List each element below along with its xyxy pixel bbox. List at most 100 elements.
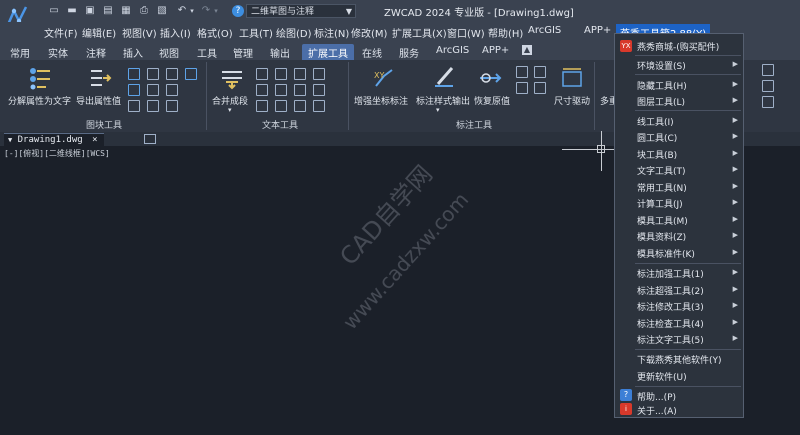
menu-item-layer-tools[interactable]: 图层工具(L): [637, 95, 685, 108]
text-tool-8-icon[interactable]: [313, 84, 325, 96]
save-icon[interactable]: ▣: [84, 5, 96, 17]
dim-tool-3-icon[interactable]: [516, 82, 528, 94]
menu-item-line-tools[interactable]: 线工具(I): [637, 115, 674, 128]
tab-manage[interactable]: 管理: [233, 45, 253, 60]
tab-arcgis[interactable]: ArcGIS: [436, 45, 469, 56]
export-attribute-button[interactable]: 导出属性值: [76, 94, 121, 107]
menu-item-about[interactable]: 关于...(A): [637, 404, 677, 417]
menu-item-dim-check[interactable]: 标注检查工具(4): [637, 317, 704, 330]
right-tool-2-icon[interactable]: [762, 80, 774, 92]
menu-item-help[interactable]: 帮助...(P): [637, 390, 676, 403]
menu-draw[interactable]: 绘图(D): [276, 25, 312, 40]
redo-dropdown-icon[interactable]: ▾: [210, 5, 222, 17]
text-tool-3-icon[interactable]: [294, 68, 306, 80]
menu-item-block-tools[interactable]: 块工具(B): [637, 148, 677, 161]
open-folder-icon[interactable]: ▬: [66, 5, 78, 17]
text-tool-12-icon[interactable]: [313, 100, 325, 112]
text-tool-5-icon[interactable]: [256, 84, 268, 96]
text-tool-10-icon[interactable]: [275, 100, 287, 112]
tab-insert[interactable]: 插入: [123, 45, 143, 60]
menu-dimension[interactable]: 标注(N): [314, 25, 349, 40]
tab-view[interactable]: 视图: [159, 45, 179, 60]
menu-insert[interactable]: 插入(I): [160, 25, 191, 40]
dim-tool-1-icon[interactable]: [516, 66, 528, 78]
block-tool-1-icon[interactable]: [128, 68, 140, 80]
right-tool-1-icon[interactable]: [762, 64, 774, 76]
block-tool-10-icon[interactable]: [166, 100, 178, 112]
new-tab-icon[interactable]: [144, 134, 156, 144]
help-icon[interactable]: ?: [232, 5, 244, 17]
document-tab[interactable]: ▼ Drawing1.dwg ×: [4, 133, 104, 146]
tab-solid[interactable]: 实体: [48, 45, 68, 60]
menu-file[interactable]: 文件(F): [44, 25, 78, 40]
close-icon[interactable]: ×: [92, 135, 97, 145]
menu-item-dim-text[interactable]: 标注文字工具(5): [637, 333, 704, 346]
menu-item-hide-tools[interactable]: 隐藏工具(H): [637, 79, 687, 92]
chevron-down-icon[interactable]: ▾: [436, 106, 440, 114]
split-attribute-button[interactable]: 分解属性为文字: [8, 94, 71, 107]
block-tool-2-icon[interactable]: [147, 68, 159, 80]
text-tool-6-icon[interactable]: [275, 84, 287, 96]
tab-online[interactable]: 在线: [362, 45, 382, 60]
undo-dropdown-icon[interactable]: ▾: [186, 5, 198, 17]
save-as-icon[interactable]: ▤: [102, 5, 114, 17]
menu-item-circle-tools[interactable]: 圆工具(C): [637, 131, 677, 144]
dim-tool-2-icon[interactable]: [534, 66, 546, 78]
dimension-drive-button[interactable]: 尺寸驱动: [554, 94, 590, 107]
tab-output[interactable]: 输出: [270, 45, 290, 60]
text-tool-2-icon[interactable]: [275, 68, 287, 80]
menu-item-text-tools[interactable]: 文字工具(T): [637, 164, 686, 177]
workspace-select[interactable]: 二维草图与注释 ▼: [246, 4, 356, 18]
menu-format[interactable]: 格式(O): [197, 25, 233, 40]
ribbon-minimize-icon[interactable]: ▲: [522, 45, 532, 55]
menu-item-dim-modify[interactable]: 标注修改工具(3): [637, 300, 704, 313]
chevron-down-icon[interactable]: ▾: [228, 106, 232, 114]
new-file-icon[interactable]: ▭: [48, 5, 60, 17]
block-tool-7-icon[interactable]: [166, 84, 178, 96]
tab-app-plus[interactable]: APP+: [482, 45, 509, 56]
enhanced-coordinate-dim-button[interactable]: 增强坐标标注: [354, 94, 408, 107]
menu-item-update[interactable]: 更新软件(U): [637, 370, 687, 383]
menu-arcgis[interactable]: ArcGIS: [528, 25, 561, 36]
menu-item-dim-super[interactable]: 标注超强工具(2): [637, 284, 704, 297]
text-tool-1-icon[interactable]: [256, 68, 268, 80]
dim-tool-4-icon[interactable]: [534, 82, 546, 94]
menu-view[interactable]: 视图(V): [122, 25, 157, 40]
tab-extend-tools[interactable]: 扩展工具: [302, 44, 354, 61]
menu-edit[interactable]: 编辑(E): [82, 25, 116, 40]
menu-app-plus[interactable]: APP+: [584, 25, 611, 36]
tab-annotate[interactable]: 注释: [86, 45, 106, 60]
text-tool-4-icon[interactable]: [313, 68, 325, 80]
menu-item-env-settings[interactable]: 环境设置(S): [637, 59, 686, 72]
menu-help[interactable]: 帮助(H): [488, 25, 523, 40]
tab-tools[interactable]: 工具: [197, 45, 217, 60]
menu-window[interactable]: 窗口(W): [447, 25, 485, 40]
block-tool-8-icon[interactable]: [128, 100, 140, 112]
menu-item-common-tools[interactable]: 常用工具(N): [637, 181, 687, 194]
tab-common[interactable]: 常用: [10, 45, 30, 60]
text-tool-9-icon[interactable]: [256, 100, 268, 112]
menu-tools[interactable]: 工具(T): [239, 25, 273, 40]
block-tool-5-icon[interactable]: [128, 84, 140, 96]
menu-item-dim-enhance[interactable]: 标注加强工具(1): [637, 267, 704, 280]
dim-style-output-button[interactable]: 标注样式输出: [416, 94, 470, 107]
menu-modify[interactable]: 修改(M): [351, 25, 387, 40]
block-tool-9-icon[interactable]: [147, 100, 159, 112]
right-tool-3-icon[interactable]: [762, 96, 774, 108]
plot-icon[interactable]: ▧: [156, 5, 168, 17]
tab-dropdown-icon[interactable]: ▼: [8, 136, 12, 144]
text-tool-7-icon[interactable]: [294, 84, 306, 96]
tab-service[interactable]: 服务: [399, 45, 419, 60]
restore-value-button[interactable]: 恢复原值: [474, 94, 510, 107]
menu-item-mold-tools[interactable]: 模具工具(M): [637, 214, 688, 227]
block-tool-6-icon[interactable]: [147, 84, 159, 96]
menu-item-calc-tools[interactable]: 计算工具(J): [637, 197, 683, 210]
block-tool-3-icon[interactable]: [166, 68, 178, 80]
menu-item-mold-data[interactable]: 模具资料(Z): [637, 230, 686, 243]
block-tool-4-icon[interactable]: [185, 68, 197, 80]
menu-item-download-others[interactable]: 下载燕秀其他软件(Y): [637, 353, 722, 366]
menu-item-shop[interactable]: 燕秀商城-(购买配件): [637, 40, 719, 53]
menu-item-mold-standard[interactable]: 模具标准件(K): [637, 247, 695, 260]
text-tool-11-icon[interactable]: [294, 100, 306, 112]
saveall-icon[interactable]: ▦: [120, 5, 132, 17]
